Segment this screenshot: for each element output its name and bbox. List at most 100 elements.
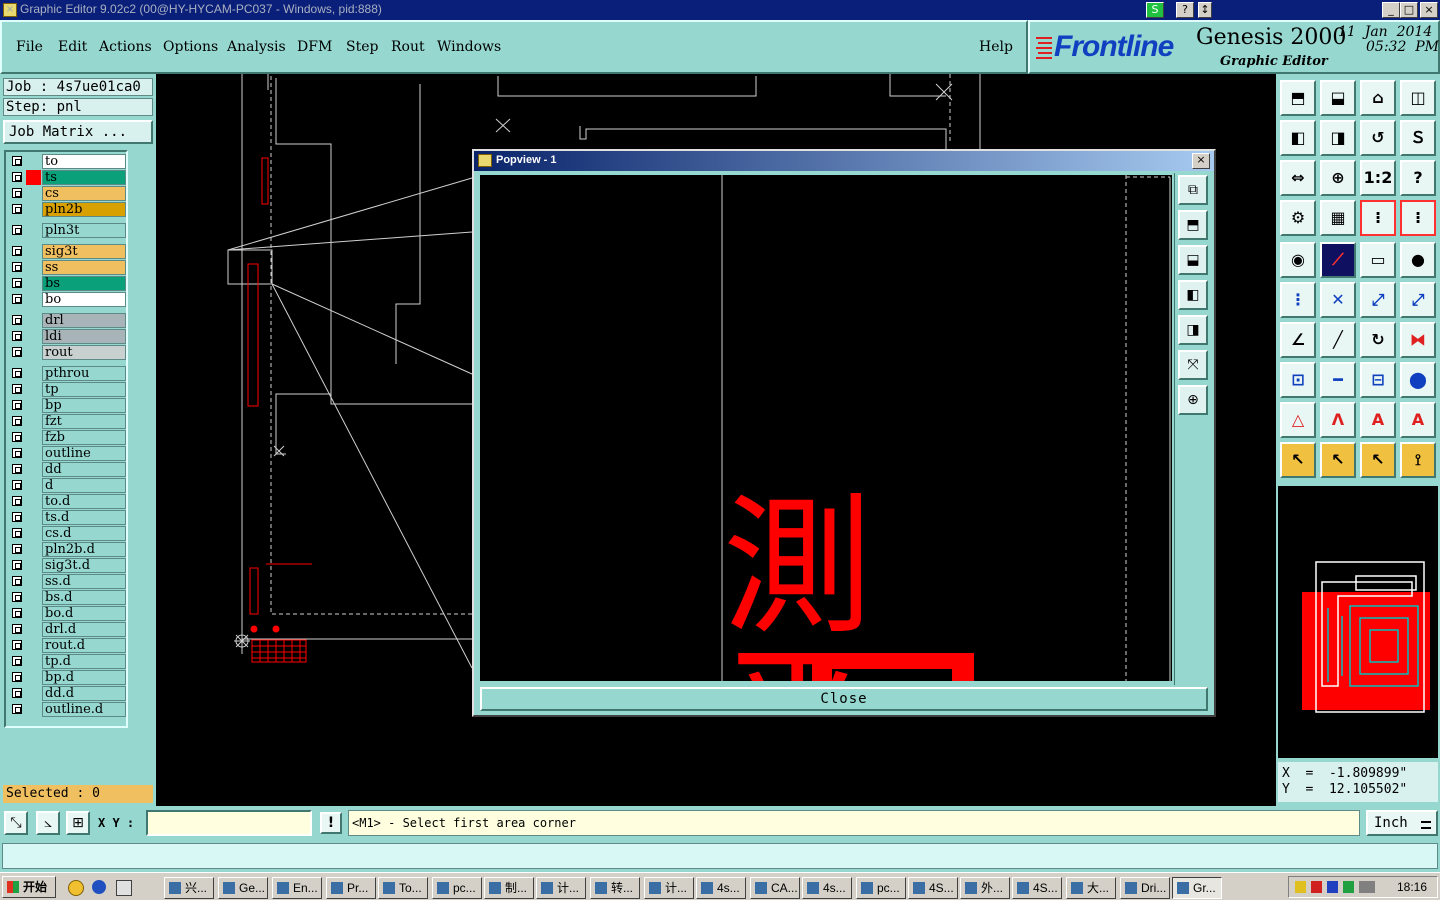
pointer-icon[interactable]: ↖ [1280, 442, 1316, 478]
layer-name[interactable]: ss [42, 260, 126, 275]
layer-name[interactable]: tp [42, 382, 126, 397]
copy-pad-icon[interactable]: ⤢ [1400, 282, 1436, 318]
menu-options[interactable]: Options [163, 39, 218, 55]
layer-row-pln2b[interactable]: pln2b [8, 202, 126, 217]
layer-name[interactable]: tp.d [42, 654, 126, 669]
layer-row-fzb[interactable]: fzb [8, 430, 126, 445]
job-matrix-button[interactable]: Job Matrix ... [3, 120, 153, 144]
layer-checkbox[interactable] [12, 347, 22, 357]
layer-name[interactable]: fzt [42, 414, 126, 429]
angle-icon[interactable]: ∠ [1280, 322, 1316, 358]
pointer-box-icon[interactable]: ↖ [1320, 442, 1356, 478]
layer-checkbox[interactable] [12, 156, 22, 166]
measure-icon[interactable]: ⦣ [36, 811, 60, 835]
ratio-icon[interactable]: 1:2 [1360, 160, 1396, 196]
pv-pan-left-icon[interactable]: ◧ [1178, 280, 1208, 310]
taskbar-button[interactable]: pc... [432, 877, 482, 899]
slash-line-icon[interactable]: ╱ [1320, 322, 1356, 358]
layer-checkbox[interactable] [12, 225, 22, 235]
pointer-select-icon[interactable]: ↖ [1360, 442, 1396, 478]
layer-row-sig3t[interactable]: sig3t [8, 244, 126, 259]
layer-checkbox[interactable] [12, 688, 22, 698]
measure-box-icon[interactable]: ⊟ [1360, 362, 1396, 398]
home-step-icon[interactable]: ⬒ [1280, 80, 1316, 116]
layer-row-dd-d[interactable]: dd.d [8, 686, 126, 701]
layer-row-tp-d[interactable]: tp.d [8, 654, 126, 669]
pv-zoom-out-icon[interactable]: ⬒ [1178, 210, 1208, 240]
layer-name[interactable]: cs [42, 186, 126, 201]
quicklaunch-ie-icon[interactable] [92, 880, 106, 894]
layer-row-drl-d[interactable]: drl.d [8, 622, 126, 637]
popview-close-icon[interactable]: × [1192, 153, 1210, 169]
layer-row-rout-d[interactable]: rout.d [8, 638, 126, 653]
undo-view-icon[interactable]: ↺ [1360, 120, 1396, 156]
layer-name[interactable]: bo.d [42, 606, 126, 621]
layer-row-dd[interactable]: dd [8, 462, 126, 477]
pv-fit-icon[interactable]: ⤧ [1178, 350, 1208, 380]
layer-name[interactable]: ts.d [42, 510, 126, 525]
connect-nodes-icon[interactable]: ⋮ [1280, 282, 1316, 318]
settings-icon[interactable]: ⚙ [1280, 200, 1316, 236]
tray-icons[interactable] [1295, 881, 1375, 893]
layer-checkbox[interactable] [12, 262, 22, 272]
layer-checkbox[interactable] [12, 368, 22, 378]
layer-name[interactable]: ldi [42, 329, 126, 344]
layer-name[interactable]: ts [42, 170, 126, 185]
taskbar-button[interactable]: Ge... [218, 877, 268, 899]
start-button[interactable]: 开始 [2, 876, 56, 898]
taskbar-button[interactable]: CA... [750, 877, 800, 899]
zoom-home-icon[interactable]: ⬓ [1320, 80, 1356, 116]
layer-name[interactable]: drl.d [42, 622, 126, 637]
snap-icon[interactable]: Ｓ [1400, 120, 1436, 156]
taskbar-button[interactable]: Pr... [326, 877, 376, 899]
layer-row-ldi[interactable]: ldi [8, 329, 126, 344]
rotate-icon[interactable]: ↻ [1360, 322, 1396, 358]
layer-row-bp-d[interactable]: bp.d [8, 670, 126, 685]
layer-checkbox[interactable] [12, 384, 22, 394]
layer-name[interactable]: pln3t [42, 223, 126, 238]
cut-line-icon[interactable]: ━ [1320, 362, 1356, 398]
layer-row-pln3t[interactable]: pln3t [8, 223, 126, 238]
layer-name[interactable]: fzb [42, 430, 126, 445]
genesis-s-icon[interactable]: S [1146, 2, 1164, 18]
window-split-icon[interactable]: ◫ [1400, 80, 1436, 116]
layer-checkbox[interactable] [12, 656, 22, 666]
layer-row-ts-d[interactable]: ts.d [8, 510, 126, 525]
net-display-icon[interactable]: ⁝ [1360, 200, 1396, 236]
layer-checkbox[interactable] [12, 704, 22, 714]
menu-analysis[interactable]: Analysis [227, 39, 286, 55]
quicklaunch-desktop-icon[interactable] [116, 880, 132, 896]
layer-name[interactable]: ss.d [42, 574, 126, 589]
layer-checkbox[interactable] [12, 608, 22, 618]
zoom-area-icon[interactable]: ⤡ [4, 811, 28, 835]
layer-checkbox[interactable] [12, 576, 22, 586]
taskbar-button[interactable]: Gr... [1172, 877, 1222, 899]
layer-row-drl[interactable]: drl [8, 313, 126, 328]
layer-checkbox[interactable] [12, 400, 22, 410]
layer-name[interactable]: bp [42, 398, 126, 413]
taskbar-button[interactable]: 兴... [164, 877, 214, 899]
layer-row-ss-d[interactable]: ss.d [8, 574, 126, 589]
layer-checkbox[interactable] [12, 188, 22, 198]
pan-right-icon[interactable]: ◨ [1320, 120, 1356, 156]
taskbar-button[interactable]: 4s... [696, 877, 746, 899]
menu-file[interactable]: File [16, 39, 43, 55]
add-pad-icon[interactable]: ◉ [1280, 242, 1316, 278]
triangle-label-icon[interactable]: Λ [1320, 402, 1356, 438]
layer-checkbox[interactable] [12, 512, 22, 522]
feature-select-icon[interactable]: ● [1400, 242, 1436, 278]
layer-name[interactable]: d [42, 478, 126, 493]
fit-all-icon[interactable]: ⇔ [1280, 160, 1316, 196]
query-icon[interactable]: ? [1400, 160, 1436, 196]
pv-pan-right-icon[interactable]: ◨ [1178, 315, 1208, 345]
layer-name[interactable]: sig3t.d [42, 558, 126, 573]
triangle-small-icon[interactable]: △ [1280, 402, 1316, 438]
move-pad-icon[interactable]: ⤢ [1360, 282, 1396, 318]
layer-name[interactable]: rout [42, 345, 126, 360]
layer-checkbox[interactable] [12, 172, 22, 182]
taskbar-button[interactable]: 4s... [802, 877, 852, 899]
menu-windows[interactable]: Windows [437, 39, 501, 55]
layer-name[interactable]: rout.d [42, 638, 126, 653]
layer-checkbox[interactable] [12, 331, 22, 341]
triangle-b-icon[interactable]: A [1400, 402, 1436, 438]
